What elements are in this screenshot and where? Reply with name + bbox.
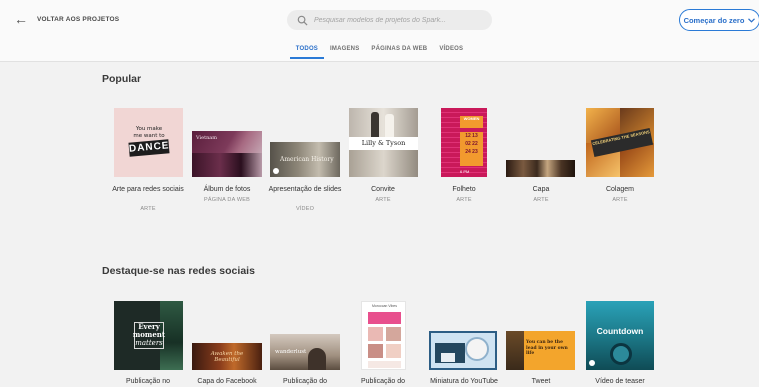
arrow-left-icon: ← [14, 11, 28, 27]
chevron-down-icon [748, 17, 756, 23]
template-thumbnail: CELEBRATING THE SEASONS [586, 108, 654, 177]
template-type: ARTE [375, 197, 391, 203]
template-thumbnail: Countdown [586, 301, 654, 370]
template-label: Publicação do [361, 378, 405, 385]
template-label: Capa do Facebook [197, 378, 257, 385]
template-label: Vídeo de teaser [595, 378, 645, 385]
top-bar: ← VOLTAR AOS PROJETOS Começar do zero TO… [0, 0, 759, 62]
template-type: ARTE [533, 197, 549, 203]
category-tabs: TODOS IMAGENS PÁGINAS DA WEB VÍDEOS [0, 44, 759, 59]
template-thumbnail: Lilly & Tyson [349, 108, 418, 177]
template-type: ARTE [612, 197, 628, 203]
template-label: Colagem [605, 186, 634, 193]
template-thumbnail: Awaken the Beautiful [192, 343, 262, 370]
template-label: Álbum de fotos [203, 186, 251, 193]
template-label: Publicação no [126, 378, 170, 385]
play-icon [273, 168, 279, 174]
template-thumbnail: You make me want to DANCE [114, 108, 183, 177]
template-label: Convite [371, 186, 395, 193]
tab-web-pages[interactable]: PÁGINAS DA WEB [365, 44, 433, 59]
tab-all[interactable]: TODOS [289, 44, 325, 59]
template-thumbnail: WOMEN 12 13 02 22 24 23 6 PM [441, 108, 487, 177]
section-title-popular: Popular [102, 73, 142, 85]
search-icon [297, 15, 308, 26]
template-label: Publicação do [283, 378, 327, 385]
search-input[interactable] [314, 16, 484, 24]
template-thumbnail: Every moment matters [114, 301, 183, 370]
template-thumbnail: wanderlust [270, 334, 340, 370]
back-to-projects-link[interactable]: ← VOLTAR AOS PROJETOS [14, 12, 119, 26]
template-label: Arte para redes sociais [112, 186, 184, 193]
template-type: VÍDEO [295, 206, 315, 212]
start-from-scratch-button[interactable]: Começar do zero [679, 9, 759, 31]
template-thumbnail [429, 331, 497, 370]
search-box[interactable] [287, 10, 492, 30]
template-thumbnail [506, 160, 575, 177]
back-label: VOLTAR AOS PROJETOS [37, 15, 120, 23]
start-button-label: Começar do zero [683, 15, 745, 25]
template-thumbnail: Vietnam [192, 131, 262, 177]
tab-videos[interactable]: VÍDEOS [433, 44, 469, 59]
section-title-social: Destaque-se nas redes sociais [102, 265, 255, 277]
template-type: PÁGINA DA WEB [203, 197, 250, 203]
tab-images[interactable]: IMAGENS [324, 44, 365, 59]
template-thumbnail: Moroccan Vibes [361, 301, 406, 370]
template-label: Tweet [531, 378, 551, 385]
template-label: Capa [532, 186, 550, 193]
template-label: Apresentação de slides [268, 186, 342, 193]
play-icon [589, 360, 595, 366]
template-thumbnail: You can be the lead in your own life [506, 331, 575, 370]
template-thumbnail: American History [270, 142, 340, 177]
template-type: ARTE [140, 206, 156, 212]
